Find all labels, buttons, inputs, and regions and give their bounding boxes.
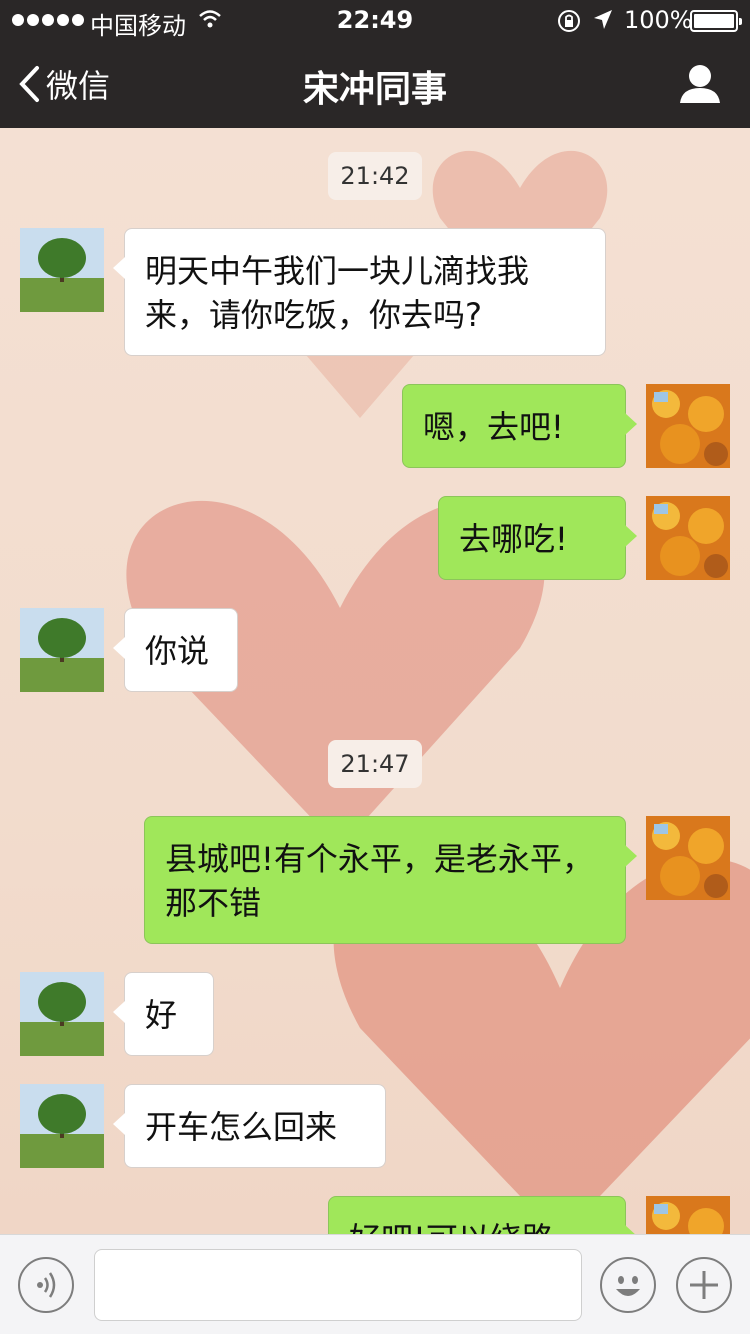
avatar-contact[interactable]: [20, 228, 104, 312]
timestamp-label: 21:42: [328, 152, 422, 200]
avatar-self[interactable]: [646, 496, 730, 580]
top-bar: 中国移动 22:49 100% 微信 宋冲同事: [0, 0, 750, 128]
location-icon: [592, 8, 614, 38]
more-button[interactable]: [676, 1257, 732, 1313]
profile-button[interactable]: [678, 64, 722, 108]
message-bubble[interactable]: 好: [113, 972, 214, 1056]
message-bubble[interactable]: 嗯，去吧!: [402, 384, 637, 468]
message-bubble[interactable]: 你说: [113, 608, 238, 692]
voice-button[interactable]: [18, 1257, 74, 1313]
timestamp: 21:42: [0, 152, 750, 200]
message-bubble[interactable]: 去哪吃!: [438, 496, 637, 580]
battery-percent: 100%: [624, 6, 693, 34]
message-input[interactable]: [94, 1249, 582, 1321]
emoji-button[interactable]: [600, 1257, 656, 1313]
avatar-contact[interactable]: [20, 608, 104, 692]
page-title: 宋冲同事: [302, 69, 447, 110]
emoji-icon: [616, 1276, 640, 1296]
avatar-self[interactable]: [646, 384, 730, 468]
battery-icon: [690, 10, 742, 32]
timestamp: 21:47: [0, 740, 750, 788]
profile-icon: [680, 65, 720, 103]
message-bubble[interactable]: 明天中午我们一块儿滴找我来，请你吃饭，你去吗?: [113, 228, 606, 356]
message-bubble[interactable]: 县城吧!有个永平，是老永平，那不错: [144, 816, 637, 944]
avatar-contact[interactable]: [20, 1084, 104, 1168]
timestamp-label: 21:47: [328, 740, 422, 788]
avatar-self[interactable]: [646, 816, 730, 900]
voice-icon: [37, 1272, 56, 1298]
avatar-contact[interactable]: [20, 972, 104, 1056]
message-bubble[interactable]: 开车怎么回来: [113, 1084, 386, 1168]
status-bar: 中国移动 22:49 100%: [0, 0, 750, 40]
lock-rotation-icon: [556, 8, 582, 40]
plus-icon: [690, 1271, 718, 1299]
input-bar: [0, 1234, 750, 1334]
